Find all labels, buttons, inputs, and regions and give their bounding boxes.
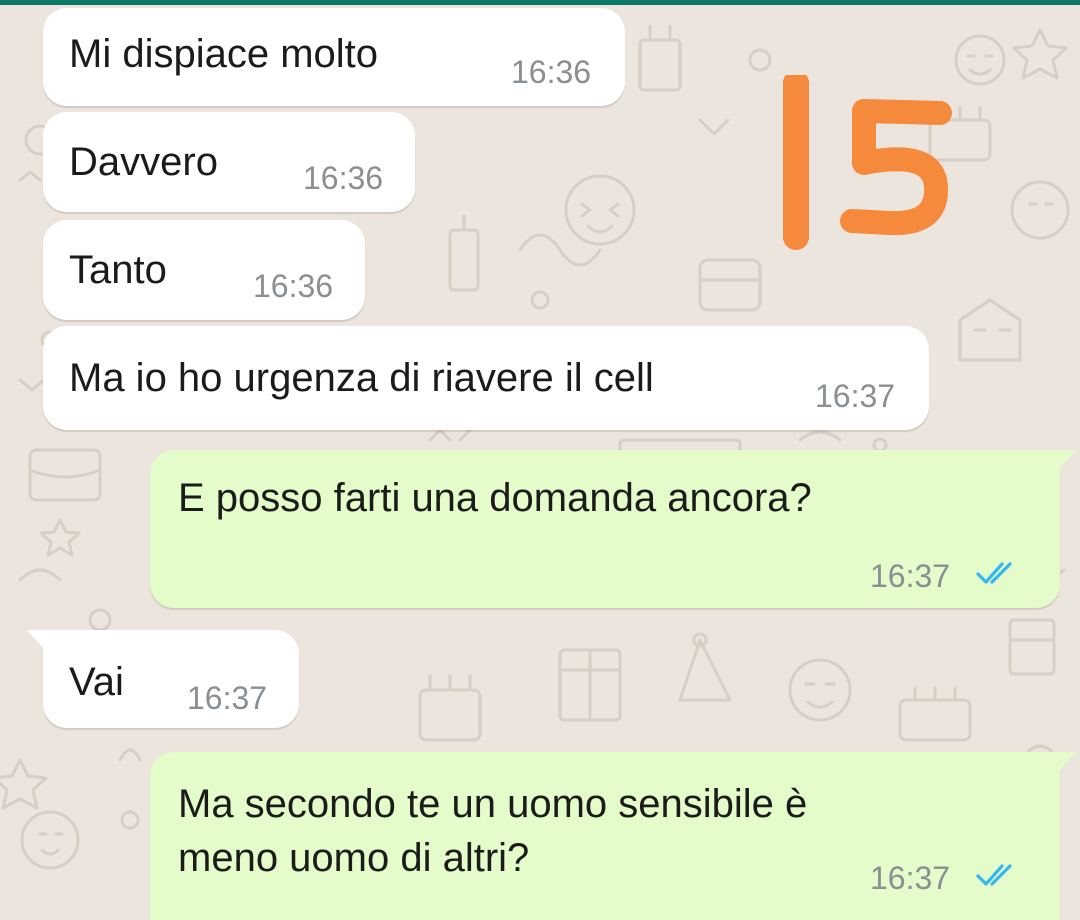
message-text: Vai: [69, 660, 124, 704]
message-time: 16:36: [303, 160, 384, 196]
message-time: 16:37: [815, 378, 896, 414]
incoming-message-bubble[interactable]: Mi dispiace molto 16:36: [43, 8, 625, 106]
message-text: E posso farti una domanda ancora?: [178, 476, 812, 520]
message-text: Davvero: [69, 140, 218, 184]
message-text-line-2: meno uomo di altri?: [178, 836, 530, 880]
message-time: 16:37: [870, 558, 951, 594]
outgoing-message-bubble[interactable]: E posso farti una domanda ancora? 16:37: [150, 450, 1076, 608]
incoming-message-bubble[interactable]: Davvero 16:36: [43, 112, 415, 212]
incoming-message-bubble[interactable]: Ma io ho urgenza di riavere il cell 16:3…: [43, 326, 929, 430]
message-text: Ma io ho urgenza di riavere il cell: [69, 356, 654, 400]
message-text: Tanto: [69, 248, 167, 292]
message-text: Mi dispiace molto: [69, 32, 379, 76]
message-time: 16:36: [511, 54, 592, 90]
overlay-number-15: [783, 75, 952, 250]
message-time: 16:37: [187, 680, 268, 716]
outgoing-message-bubble[interactable]: Ma secondo te un uomo sensibile è meno u…: [150, 752, 1076, 920]
message-text-line-1: Ma secondo te un uomo sensibile è: [178, 782, 808, 826]
double-check-icon: [976, 864, 1012, 886]
double-check-icon: [976, 562, 1012, 584]
message-time: 16:37: [870, 860, 951, 896]
incoming-message-bubble[interactable]: Vai 16:37: [27, 630, 299, 728]
message-time: 16:36: [253, 268, 334, 304]
incoming-message-bubble[interactable]: Tanto 16:36: [43, 220, 365, 320]
